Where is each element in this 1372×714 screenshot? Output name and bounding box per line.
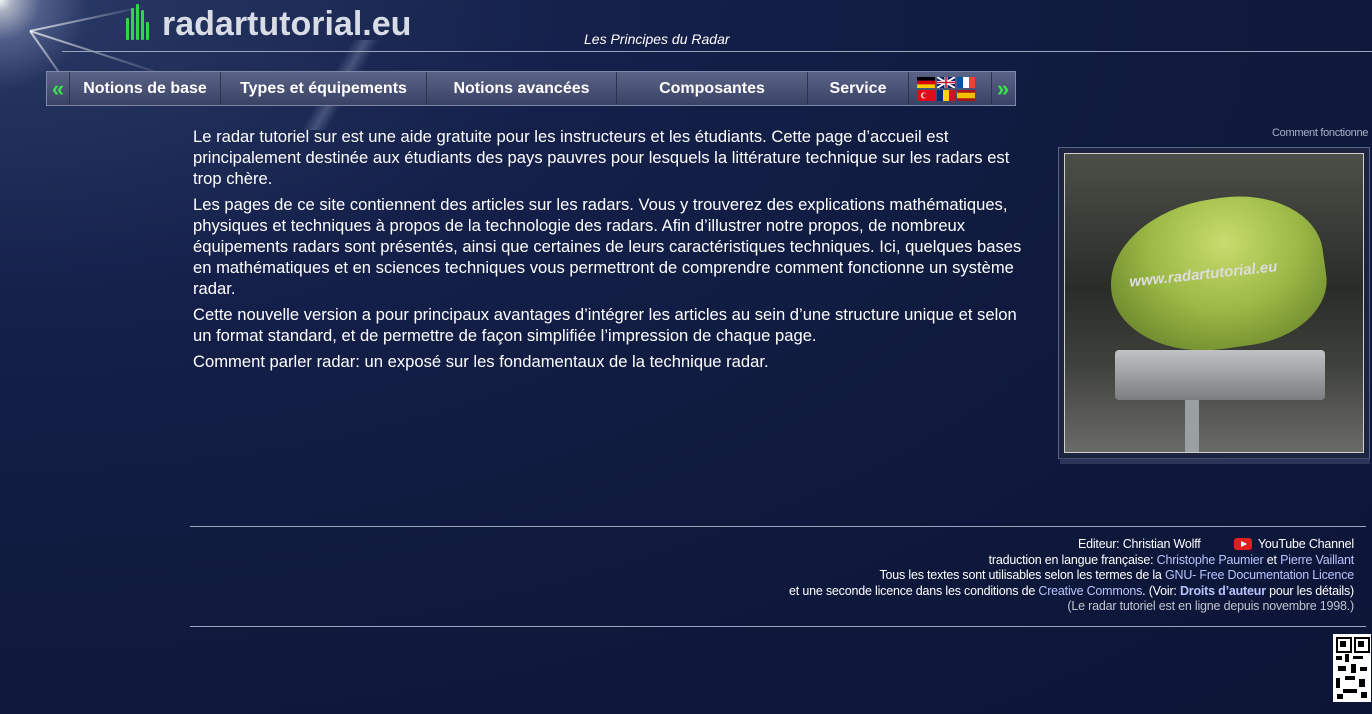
droits-auteur-link[interactable]: Droits d’auteur: [1180, 584, 1266, 598]
youtube-icon[interactable]: [1233, 538, 1252, 550]
footer-divider-bottom: [190, 626, 1366, 627]
footer-divider-top: [190, 526, 1366, 527]
nav-item-types-equipements[interactable]: Types et équipements: [220, 72, 426, 105]
license-text: Tous les textes sont utilisables selon l…: [879, 568, 1162, 582]
second-license-text: et une seconde licence dans les conditio…: [789, 583, 1036, 598]
radar-signal-icon: [120, 4, 156, 44]
uk-flag-icon[interactable]: [937, 76, 955, 88]
voir-suffix: pour les détails): [1269, 583, 1354, 598]
radar-photo-frame: www.radartutorial.eu: [1058, 147, 1370, 459]
logo-text: radartutorial.eu: [162, 4, 412, 43]
romanian-flag-icon[interactable]: [937, 89, 955, 101]
youtube-channel-link[interactable]: YouTube Channel: [1258, 537, 1354, 551]
site-logo[interactable]: radartutorial.eu: [120, 4, 411, 44]
translation-label: traduction en langue française:: [988, 552, 1154, 567]
site-subtitle: Les Principes du Radar: [584, 31, 730, 47]
french-flag-icon[interactable]: [957, 76, 975, 88]
gnu-fdl-link[interactable]: GNU- Free Documentation Licence: [1165, 568, 1354, 582]
main-content: Le radar tutoriel sur est une aide gratu…: [193, 126, 1023, 377]
footer: Editeur: Christian Wolff YouTube Channel…: [789, 537, 1354, 615]
language-flags: [908, 72, 991, 105]
nav-item-composantes[interactable]: Composantes: [616, 72, 807, 105]
nav-prev-arrow-icon[interactable]: «: [47, 72, 69, 105]
main-navigation: « Notions de base Types et équipements N…: [46, 71, 1016, 106]
translator-link-vaillant[interactable]: Pierre Vaillant: [1280, 553, 1354, 567]
radar-antenna-photo[interactable]: www.radartutorial.eu: [1064, 153, 1364, 453]
creative-commons-link[interactable]: Creative Commons: [1038, 584, 1142, 598]
sidebar-caption: Comment fonctionne: [1272, 127, 1369, 139]
translator-and: et: [1266, 552, 1277, 567]
nav-next-arrow-icon[interactable]: »: [991, 72, 1014, 105]
footer-line-license: Tous les textes sont utilisables selon l…: [789, 568, 1354, 584]
footer-line-editor: Editeur: Christian Wolff YouTube Channel: [789, 537, 1354, 553]
footer-line-translation: traduction en langue française: Christop…: [789, 552, 1355, 569]
turkish-flag-icon[interactable]: [917, 89, 935, 101]
comment-parler-radar-link[interactable]: Comment parler radar: un exposé sur les …: [193, 351, 1023, 372]
antenna-pole: [1185, 400, 1199, 452]
header-divider: [62, 51, 1372, 52]
antenna-mount: [1115, 350, 1325, 400]
online-since-text: (Le radar tutoriel est en ligne depuis n…: [1067, 599, 1354, 613]
german-flag-icon[interactable]: [917, 76, 935, 88]
nav-item-notions-de-base[interactable]: Notions de base: [69, 72, 220, 105]
voir-prefix: . (Voir:: [1142, 583, 1177, 598]
nav-item-service[interactable]: Service: [807, 72, 908, 105]
editor-label: Editeur:: [1077, 537, 1120, 551]
footer-line-second-license: et une seconde licence dans les conditio…: [789, 584, 1354, 600]
editor-name: Christian Wolff: [1122, 537, 1201, 551]
articles-paragraph: Les pages de ce site contiennent des art…: [193, 195, 1022, 298]
photo-shadow: [1060, 458, 1370, 464]
translator-link-paumier[interactable]: Christophe Paumier: [1157, 553, 1264, 567]
nav-item-notions-avancees[interactable]: Notions avancées: [426, 72, 616, 105]
version-paragraph: Cette nouvelle version a pour principaux…: [193, 305, 1017, 345]
intro-paragraph: Le radar tutoriel sur est une aide gratu…: [193, 127, 1010, 188]
qr-code-icon[interactable]: [1333, 634, 1371, 702]
spanish-flag-icon[interactable]: [957, 89, 975, 101]
